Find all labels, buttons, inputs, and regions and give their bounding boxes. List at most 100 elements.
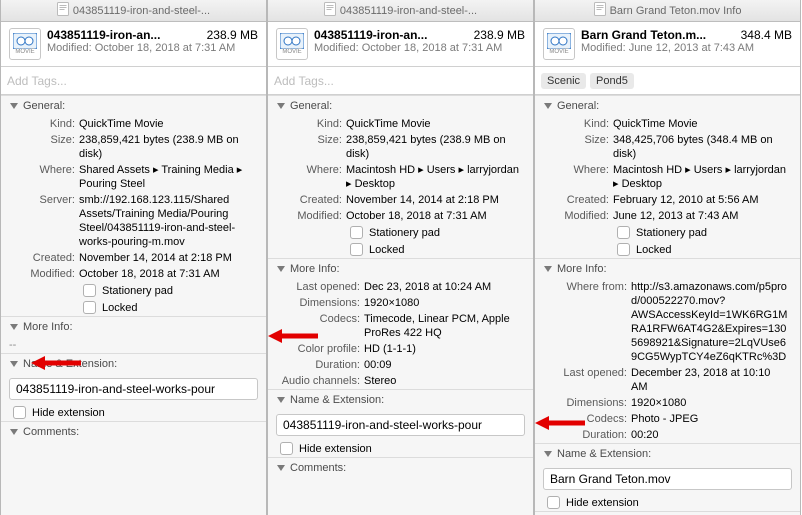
filename-input[interactable]: Barn Grand Teton.mov — [543, 468, 792, 490]
section-header-comments[interactable]: Comments: — [268, 458, 533, 478]
window-titlebar[interactable]: 043851119-iron-and-steel-... — [1, 0, 266, 22]
disclosure-triangle-icon[interactable] — [543, 101, 553, 111]
stationery-pad-checkbox[interactable] — [350, 226, 363, 239]
section-header-general[interactable]: General: — [268, 96, 533, 116]
info-value: Shared Assets ▸ Training Media ▸ Pouring… — [79, 163, 258, 191]
locked-checkbox[interactable] — [617, 243, 630, 256]
info-value: Timecode, Linear PCM, Apple ProRes 422 H… — [364, 312, 525, 340]
file-header: MOVIEBarn Grand Teton.m...Modified: June… — [535, 22, 800, 67]
disclosure-triangle-icon[interactable] — [276, 463, 286, 473]
info-value: 00:20 — [631, 428, 792, 442]
info-value: Macintosh HD ▸ Users ▸ larryjordan ▸ Des… — [346, 163, 525, 191]
section-header-general[interactable]: General: — [1, 96, 266, 116]
disclosure-triangle-icon[interactable] — [9, 359, 19, 369]
section-header-general[interactable]: General: — [535, 96, 800, 116]
info-value: 00:09 — [364, 358, 525, 372]
disclosure-triangle-icon[interactable] — [9, 322, 19, 332]
info-row: Color profile:HD (1-1-1) — [268, 341, 533, 357]
info-row: Modified:October 18, 2018 at 7:31 AM — [1, 266, 266, 282]
tags-field[interactable]: ScenicPond5 — [535, 67, 800, 95]
section-label: Comments: — [23, 426, 79, 438]
info-value: February 12, 2010 at 5:56 AM — [613, 193, 792, 207]
section-header-more[interactable]: More Info: — [268, 259, 533, 279]
info-row: Where from:http://s3.amazonaws.com/p5pro… — [535, 279, 800, 365]
disclosure-triangle-icon[interactable] — [9, 101, 19, 111]
file-modified: Modified: June 12, 2013 at 7:43 AM — [581, 42, 792, 54]
disclosure-triangle-icon[interactable] — [543, 449, 553, 459]
disclosure-triangle-icon[interactable] — [9, 427, 19, 437]
checkbox-label: Locked — [102, 302, 137, 314]
info-row: Created:November 14, 2014 at 2:18 PM — [268, 192, 533, 208]
info-value: Dec 23, 2018 at 10:24 AM — [364, 280, 525, 294]
info-key: Dimensions: — [543, 396, 631, 410]
hide-extension-checkbox[interactable] — [280, 442, 293, 455]
section-general: General:Kind:QuickTime MovieSize:348,425… — [535, 95, 800, 258]
disclosure-triangle-icon[interactable] — [543, 264, 553, 274]
info-value: December 23, 2018 at 10:10 AM — [631, 366, 792, 394]
tag-pill[interactable]: Pond5 — [590, 73, 634, 89]
info-row: Last opened:December 23, 2018 at 10:10 A… — [535, 365, 800, 395]
info-panel: Barn Grand Teton.mov InfoMOVIEBarn Grand… — [534, 0, 801, 515]
info-row: Size:348,425,706 bytes (348.4 MB on disk… — [535, 132, 800, 162]
section-label: General: — [23, 100, 65, 112]
info-key: Kind: — [9, 117, 79, 131]
info-value: QuickTime Movie — [346, 117, 525, 131]
icon-label: MOVIE — [15, 49, 34, 55]
hide-extension-checkbox[interactable] — [13, 406, 26, 419]
info-key: Where: — [9, 163, 79, 191]
file-size: 238.9 MB — [474, 28, 525, 42]
window-title: 043851119-iron-and-steel-... — [340, 5, 477, 17]
window-titlebar[interactable]: 043851119-iron-and-steel-... — [268, 0, 533, 22]
info-key: Modified: — [9, 267, 79, 281]
info-row: Where:Macintosh HD ▸ Users ▸ larryjordan… — [535, 162, 800, 192]
locked-checkbox-row: Locked — [1, 299, 266, 316]
section-header-more[interactable]: More Info: — [1, 317, 266, 337]
filename-input[interactable]: 043851119-iron-and-steel-works-pour — [9, 378, 258, 400]
locked-checkbox[interactable] — [83, 301, 96, 314]
window-titlebar[interactable]: Barn Grand Teton.mov Info — [535, 0, 800, 22]
stationery-pad-checkbox[interactable] — [83, 284, 96, 297]
filename-input[interactable]: 043851119-iron-and-steel-works-pour — [276, 414, 525, 436]
hide-extension-checkbox[interactable] — [547, 496, 560, 509]
disclosure-triangle-icon[interactable] — [276, 395, 286, 405]
section-label: General: — [557, 100, 599, 112]
info-panel: 043851119-iron-and-steel-... MOVIE 0438511… — [267, 0, 534, 515]
info-key: Duration: — [543, 428, 631, 442]
disclosure-triangle-icon[interactable] — [276, 101, 286, 111]
info-value: QuickTime Movie — [613, 117, 792, 131]
tag-pill[interactable]: Scenic — [541, 73, 586, 89]
section-header-name[interactable]: Name & Extension: — [535, 444, 800, 464]
info-value: 1920×1080 — [631, 396, 792, 410]
info-row: Dimensions:1920×1080 — [268, 295, 533, 311]
section-label: More Info: — [23, 321, 73, 333]
checkbox-label: Stationery pad — [369, 227, 440, 239]
checkbox-label: Stationery pad — [636, 227, 707, 239]
info-value: Stereo — [364, 374, 525, 388]
section-header-more[interactable]: More Info: — [535, 259, 800, 279]
info-row: Size:238,859,421 bytes (238.9 MB on disk… — [1, 132, 266, 162]
icon-label: MOVIE — [282, 49, 301, 55]
checkbox-label: Hide extension — [299, 443, 372, 455]
info-row: Where:Shared Assets ▸ Training Media ▸ P… — [1, 162, 266, 192]
section-header-comments[interactable]: Comments: — [1, 422, 266, 442]
info-value: November 14, 2014 at 2:18 PM — [79, 251, 258, 265]
section-general: General:Kind:QuickTime MovieSize:238,859… — [268, 95, 533, 258]
info-key: Duration: — [276, 358, 364, 372]
section-general: General:Kind:QuickTime MovieSize:238,859… — [1, 95, 266, 316]
info-value: Macintosh HD ▸ Users ▸ larryjordan ▸ Des… — [613, 163, 792, 191]
stationery-pad-checkbox-row: Stationery pad — [535, 224, 800, 241]
section-label: More Info: — [557, 263, 607, 275]
section-more-info: More Info:-- — [1, 316, 266, 353]
info-key: Last opened: — [543, 366, 631, 394]
tags-field[interactable]: Add Tags... — [1, 67, 266, 95]
info-value: 1920×1080 — [364, 296, 525, 310]
section-header-name[interactable]: Name & Extension: — [268, 390, 533, 410]
locked-checkbox[interactable] — [350, 243, 363, 256]
tags-field[interactable]: Add Tags... — [268, 67, 533, 95]
stationery-pad-checkbox[interactable] — [617, 226, 630, 239]
movie-file-icon: MOVIE — [9, 28, 41, 60]
disclosure-triangle-icon[interactable] — [276, 264, 286, 274]
info-row: Size:238,859,421 bytes (238.9 MB on disk… — [268, 132, 533, 162]
info-key: Created: — [9, 251, 79, 265]
section-label: Comments: — [290, 462, 346, 474]
